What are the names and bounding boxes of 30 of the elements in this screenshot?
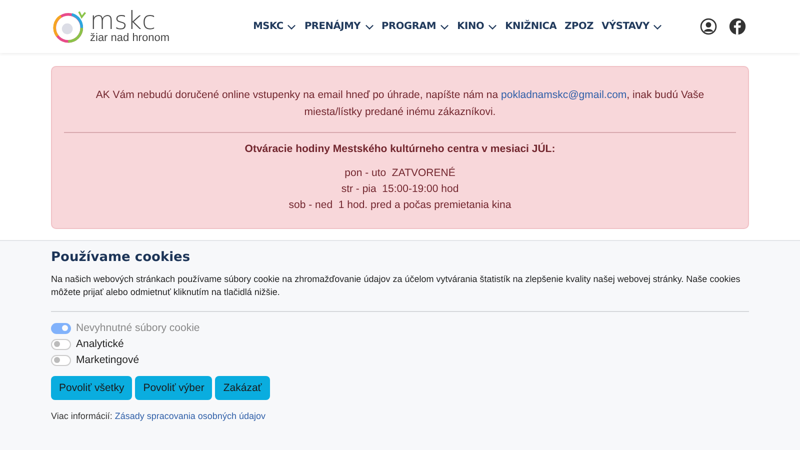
hours-line: sob - ned 1 hod. pred a počas premietania kina — [288, 198, 512, 213]
hours-line: str - pia 15:00-19:00 hod — [341, 182, 459, 197]
hours-line: pon - uto ZATVORENÉ — [344, 166, 456, 181]
option-label: Nevyhnutné súbory cookie — [76, 322, 200, 334]
toggle-switch[interactable] — [51, 354, 71, 366]
hours-title: Otváracie hodiny Mestského kultúrneho centra v mesiaci JÚL: — [244, 143, 556, 155]
cookie-button[interactable]: Povoliť všetky — [51, 376, 132, 400]
more-info-label: Viac informácií: — [51, 411, 112, 421]
nav-link[interactable]: PRENÁJMY — [304, 21, 374, 32]
nav-link[interactable]: KNIŽNICA — [505, 21, 557, 32]
toggle-switch[interactable] — [51, 338, 71, 350]
option-label: Analytické — [76, 338, 124, 350]
nav-link[interactable]: ZPOZ — [564, 21, 594, 32]
alert-text: AK Vám nebudú doručené online vstupenky na email hneď po úhrade, napíšte nám na pokladnamskc@gmail.com, inak budú Vaše miesta/lístky predané inému zákazníkovi. — [94, 88, 706, 120]
email-link[interactable]: pokladnamskc@gmail.com — [501, 89, 627, 101]
nav-link[interactable]: PROGRAM — [382, 21, 450, 32]
option-label: Marketingové — [76, 354, 140, 366]
logo-name: mskc — [90, 10, 156, 32]
cookie-button[interactable]: Povoliť výber — [135, 376, 212, 400]
cookie-title: Používame cookies — [51, 250, 192, 265]
nav-link[interactable]: VÝSTAVY — [602, 21, 662, 32]
nav-link[interactable]: MSKC — [253, 21, 296, 32]
user-icon[interactable] — [700, 18, 717, 35]
facebook-icon[interactable] — [729, 18, 746, 35]
cookie-button[interactable]: Zakázať — [215, 376, 270, 400]
logo-tagline: žiar nad hronom — [90, 32, 170, 44]
privacy-link[interactable]: Zásady spracovania osobných údajov — [114, 411, 266, 421]
cookie-text: Na našich webových stránkach používame súbory cookie na zhromažďovanie údajov za účelom vytvárania štatistík na zlepšenie kvality našej webovej stránky. Naše cookies môžete prijať alebo odmietnuť kliknutím na tlačidlá nižšie. — [51, 273, 742, 299]
nav-link[interactable]: KINO — [457, 21, 498, 32]
logo-icon — [52, 8, 88, 44]
